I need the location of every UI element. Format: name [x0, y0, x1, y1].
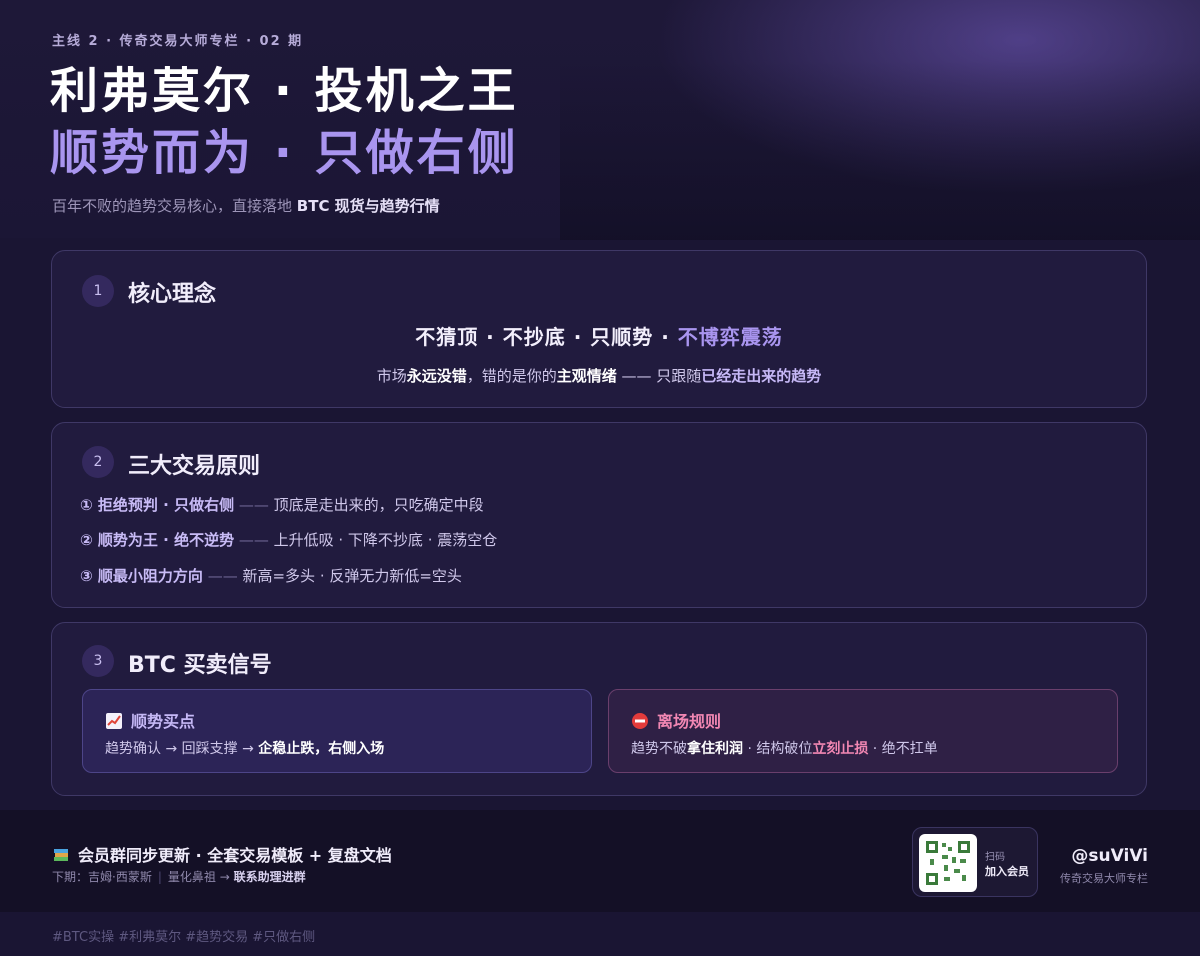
- principle-dash: ——: [234, 496, 274, 514]
- buy-signal-title: 顺势买点: [131, 712, 196, 731]
- qr-join-label: 加入会员: [985, 865, 1029, 878]
- section-title: 三大交易原则: [128, 454, 261, 479]
- section-number-badge: 3: [82, 645, 114, 677]
- core-concept-main: 不猜顶 · 不抄底 · 只顺势 · 不博弈震荡: [52, 321, 1146, 350]
- exit-rule-bold: 拿住利润: [687, 741, 743, 757]
- subtitle-text: 百年不败的趋势交易核心，直接落地: [52, 197, 297, 215]
- footer-next-issue: 下期：吉姆·西蒙斯 | 量化鼻祖 → 联系助理进群: [52, 868, 306, 885]
- author-column-name: 传奇交易大师专栏: [1060, 872, 1148, 885]
- section-number-badge: 1: [82, 275, 114, 307]
- no-entry-icon: [631, 712, 649, 730]
- principle-title: ③ 顺最小阻力方向: [80, 567, 203, 585]
- footer-main-text: 会员群同步更新 · 全套交易模板 + 复盘文档: [78, 846, 392, 865]
- subtitle: 百年不败的趋势交易核心，直接落地 BTC 现货与趋势行情: [52, 195, 440, 216]
- core-concept-card: 1 核心理念 不猜顶 · 不抄底 · 只顺势 · 不博弈震荡 市场永远没错，错的…: [51, 250, 1147, 408]
- principle-text: 上升低吸 · 下降不抄底 · 震荡空仓: [273, 531, 498, 549]
- subtitle-bold: BTC 现货与趋势行情: [296, 197, 440, 215]
- qr-join-card[interactable]: 扫码 加入会员: [912, 827, 1038, 897]
- qr-code[interactable]: [919, 834, 977, 892]
- principle-dash: ——: [202, 567, 243, 585]
- principle-dash: ——: [234, 531, 274, 549]
- exit-rule-body: 趋势不破拿住利润 · 结构破位立刻止损 · 绝不扛单: [631, 738, 938, 758]
- principle-item: ① 拒绝预判 · 只做右侧 —— 顶底是走出来的，只吃确定中段: [80, 494, 484, 515]
- trading-principles-card: 2 三大交易原则 ① 拒绝预判 · 只做右侧 —— 顶底是走出来的，只吃确定中段…: [51, 422, 1147, 608]
- next-issue-label: 下期：吉姆·西蒙斯: [52, 870, 152, 884]
- principle-title: ① 拒绝预判 · 只做右侧: [80, 496, 235, 514]
- core-sub-bold: 永远没错: [406, 367, 467, 385]
- buy-signal-box: 顺势买点 趋势确认 → 回踩支撑 → 企稳止跌，右侧入场: [82, 689, 592, 773]
- core-main-text: 不猜顶 · 不抄底 · 只顺势 ·: [415, 325, 678, 349]
- separator: |: [157, 870, 162, 884]
- core-sub-part: ，错的是你的: [466, 367, 557, 385]
- principle-text: 顶底是走出来的，只吃确定中段: [273, 496, 484, 514]
- footer-bar: 会员群同步更新 · 全套交易模板 + 复盘文档 下期：吉姆·西蒙斯 | 量化鼻祖 →…: [0, 810, 1200, 912]
- exit-rule-highlight: 立刻止损: [812, 741, 869, 757]
- books-icon: [52, 846, 70, 864]
- footer-main: 会员群同步更新 · 全套交易模板 + 复盘文档: [52, 842, 392, 866]
- hero-shade: [560, 60, 1200, 240]
- title-line-1: 利弗莫尔 · 投机之王: [50, 63, 519, 119]
- section-title: BTC 买卖信号: [128, 653, 272, 678]
- qr-scan-label: 扫码: [985, 852, 1005, 863]
- buy-signal-heading: 顺势买点: [105, 708, 195, 732]
- exit-rule-text: · 绝不扛单: [868, 741, 938, 757]
- core-sub-highlight: 已经走出来的趋势: [701, 367, 822, 385]
- hashtags: #BTC实操 #利弗莫尔 #趋势交易 #只做右侧: [52, 930, 316, 945]
- exit-rule-box: 离场规则 趋势不破拿住利润 · 结构破位立刻止损 · 绝不扛单: [608, 689, 1118, 773]
- core-sub-bold: 主观情绪: [556, 367, 617, 385]
- section-number-badge: 2: [82, 446, 114, 478]
- core-sub-part: —— 只跟随: [616, 367, 702, 385]
- section-title: 核心理念: [128, 282, 217, 307]
- next-issue-sub: 量化鼻祖 →: [167, 870, 234, 884]
- buy-signal-bold: 企稳止跌，右侧入场: [258, 741, 385, 757]
- contact-assistant-link[interactable]: 联系助理进群: [234, 870, 306, 884]
- exit-rule-heading: 离场规则: [631, 708, 721, 732]
- author-handle: @suViVi: [1071, 846, 1148, 866]
- core-concept-sub: 市场永远没错，错的是你的主观情绪 —— 只跟随已经走出来的趋势: [52, 365, 1146, 386]
- principle-item: ② 顺势为王 · 绝不逆势 —— 上升低吸 · 下降不抄底 · 震荡空仓: [80, 529, 497, 550]
- btc-signals-card: 3 BTC 买卖信号 顺势买点 趋势确认 → 回踩支撑 → 企稳止跌，右侧入场 …: [51, 622, 1147, 796]
- title-line-2: 顺势而为 · 只做右侧: [50, 125, 519, 181]
- principle-title: ② 顺势为王 · 绝不逆势: [80, 531, 235, 549]
- issue-line: 主线 2 · 传奇交易大师专栏 · 02 期: [52, 34, 304, 49]
- buy-signal-body: 趋势确认 → 回踩支撑 → 企稳止跌，右侧入场: [105, 738, 384, 758]
- core-sub-part: 市场: [376, 367, 407, 385]
- core-main-highlight: 不博弈震荡: [677, 325, 783, 349]
- principle-text: 新高=多头 · 反弹无力新低=空头: [242, 567, 462, 585]
- exit-rule-text: · 结构破位: [743, 741, 813, 757]
- buy-signal-text: 趋势确认 → 回踩支撑 →: [105, 741, 259, 757]
- chart-up-icon: [105, 712, 123, 730]
- principle-item: ③ 顺最小阻力方向 —— 新高=多头 · 反弹无力新低=空头: [80, 565, 462, 586]
- exit-rule-text: 趋势不破: [631, 741, 687, 757]
- exit-rule-title: 离场规则: [657, 712, 722, 731]
